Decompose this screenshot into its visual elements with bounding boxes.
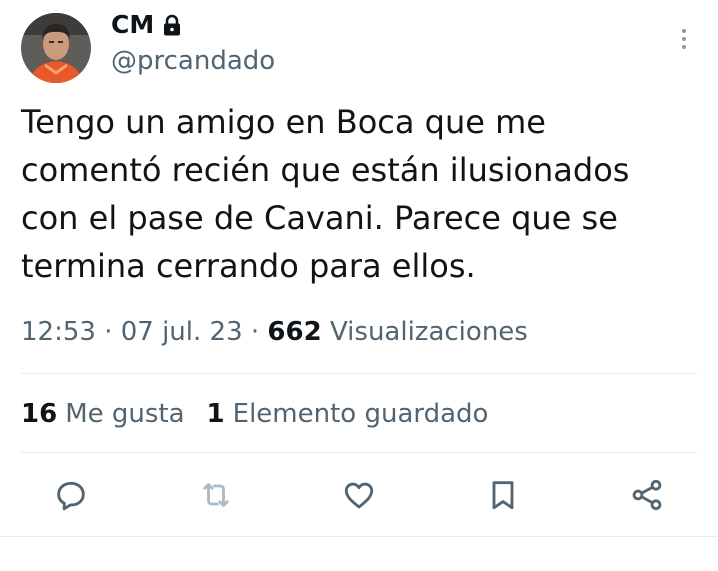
engagement-stats: 16 Me gusta 1 Elemento guardado: [21, 394, 488, 434]
author-handle[interactable]: @prcandado: [111, 45, 275, 77]
tweet-meta: 12:53 · 07 jul. 23 · 662 Visualizaciones: [21, 314, 528, 350]
bookmarks-label: Elemento guardado: [232, 399, 489, 429]
bookmark-button[interactable]: [482, 474, 524, 516]
like-icon: [344, 482, 374, 509]
likes-label: Me gusta: [65, 399, 185, 429]
bookmarks-count: 1: [206, 399, 225, 429]
retweet-button: [195, 474, 237, 516]
retweet-icon: [203, 483, 229, 507]
lock-icon: [162, 14, 182, 36]
reply-button[interactable]: [50, 474, 92, 516]
views-count: 662: [267, 317, 322, 347]
avatar[interactable]: [21, 13, 91, 83]
tweet-date[interactable]: 07 jul. 23: [121, 317, 243, 347]
bookmark-icon: [492, 481, 514, 510]
divider: [0, 536, 718, 537]
bookmarks-stat[interactable]: 1 Elemento guardado: [207, 394, 489, 434]
action-bar: [0, 474, 718, 516]
like-button[interactable]: [338, 474, 380, 516]
divider: [21, 373, 697, 374]
more-options-icon[interactable]: [672, 24, 696, 54]
meta-separator: ·: [95, 317, 121, 347]
tweet-text: Tengo un amigo en Boca que me comentó re…: [21, 103, 630, 285]
meta-separator: ·: [242, 317, 268, 347]
share-icon: [632, 479, 662, 511]
tweet-time[interactable]: 12:53: [21, 317, 96, 347]
reply-icon: [57, 481, 85, 511]
likes-stat[interactable]: 16 Me gusta: [21, 394, 185, 434]
author-display-name[interactable]: CM: [111, 9, 154, 41]
divider: [21, 452, 697, 453]
share-button[interactable]: [626, 474, 668, 516]
likes-count: 16: [21, 399, 58, 429]
author-name-row[interactable]: CM: [111, 9, 182, 41]
views-label: Visualizaciones: [329, 317, 528, 347]
